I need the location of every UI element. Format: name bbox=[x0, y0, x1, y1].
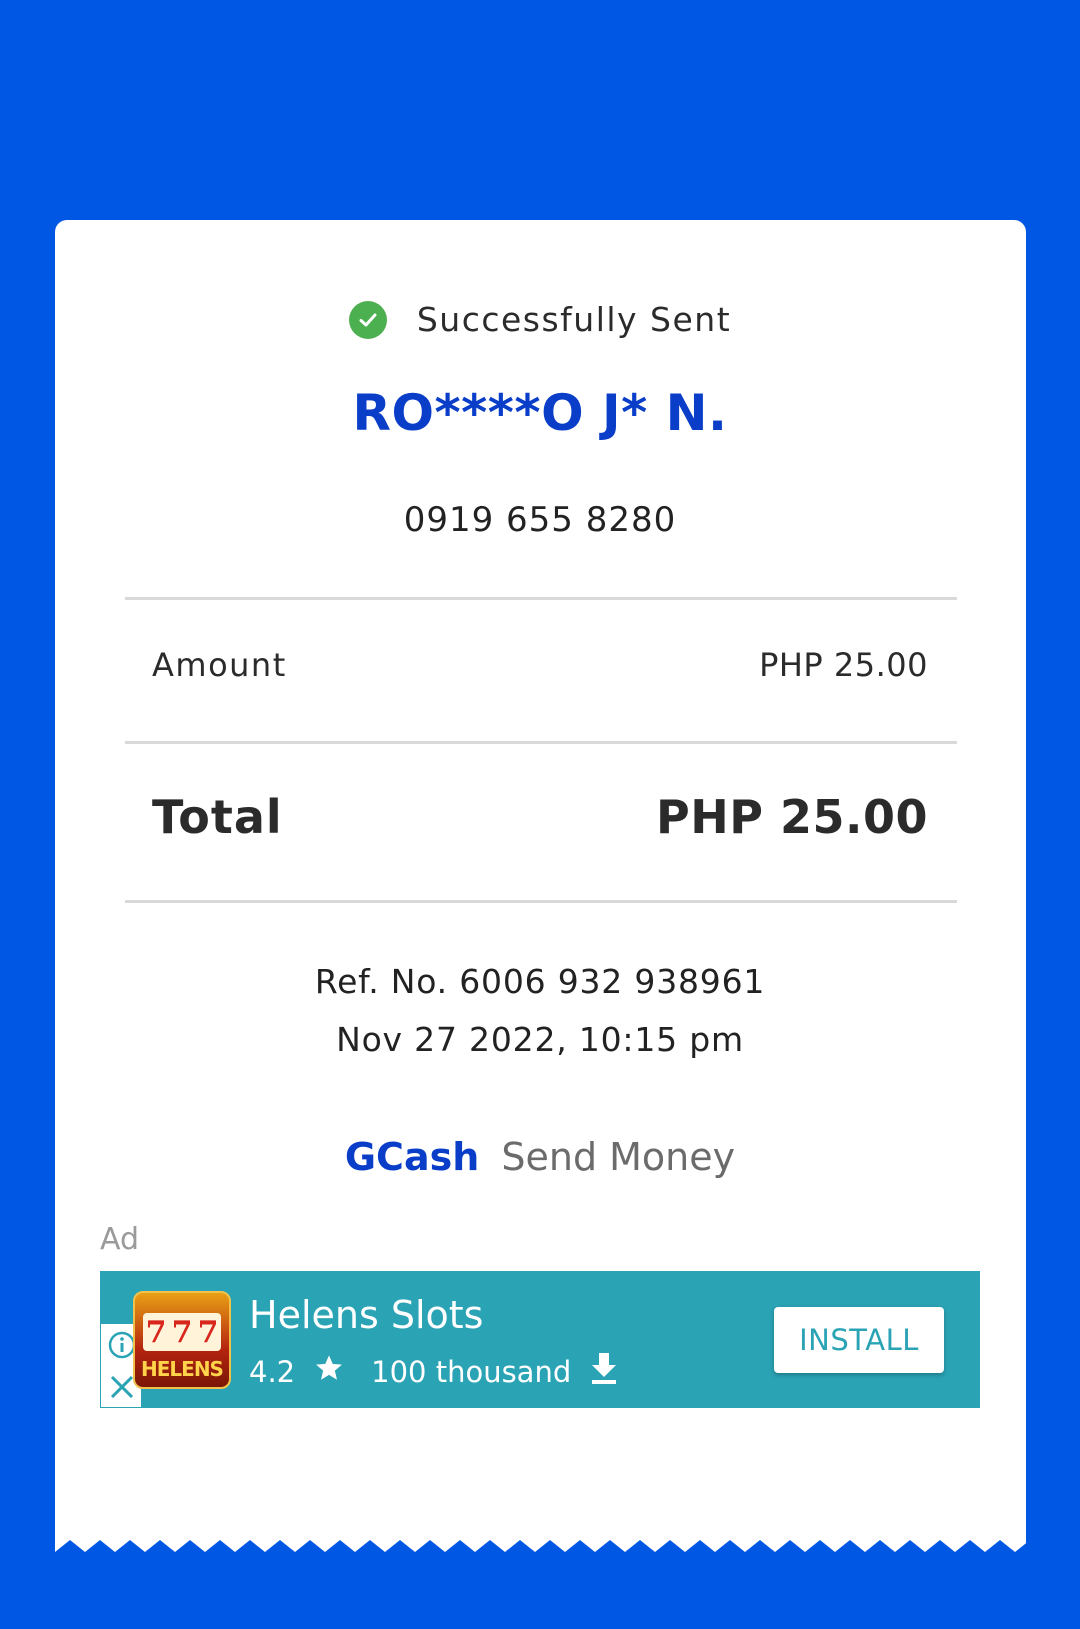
total-value: PHP 25.00 bbox=[656, 790, 928, 844]
status-row: Successfully Sent bbox=[0, 300, 1080, 339]
ad-banner[interactable]: 7 7 7 HELENS Helens Slots 4.2 100 thousa… bbox=[100, 1271, 980, 1408]
ad-installs: 100 thousand bbox=[371, 1354, 572, 1389]
ad-label: Ad bbox=[100, 1222, 140, 1257]
total-label: Total bbox=[152, 790, 283, 844]
reel: 7 bbox=[197, 1314, 219, 1350]
divider bbox=[125, 900, 957, 903]
divider bbox=[125, 741, 957, 744]
reel: 7 bbox=[145, 1314, 167, 1350]
reference-number: Ref. No. 6006 932 938961 bbox=[314, 962, 766, 1001]
slot-reels: 7 7 7 bbox=[143, 1313, 221, 1351]
app-icon[interactable]: 7 7 7 HELENS bbox=[133, 1291, 231, 1389]
brand-name: GCash bbox=[344, 1135, 480, 1179]
download-icon bbox=[589, 1351, 619, 1392]
app-icon-text: HELENS bbox=[141, 1357, 224, 1381]
check-circle-icon bbox=[348, 300, 387, 339]
brand-line: GCash Send Money bbox=[0, 1135, 1080, 1179]
amount-value: PHP 25.00 bbox=[759, 646, 928, 684]
divider bbox=[125, 597, 957, 600]
star-icon bbox=[313, 1352, 345, 1391]
status-text: Successfully Sent bbox=[416, 300, 732, 339]
service-name: Send Money bbox=[501, 1135, 736, 1179]
recipient-number: 0919 655 8280 bbox=[403, 500, 677, 540]
install-button[interactable]: INSTALL bbox=[774, 1307, 944, 1373]
receipt-zigzag-edge bbox=[55, 1540, 1026, 1560]
amount-label: Amount bbox=[152, 646, 287, 684]
reel: 7 bbox=[171, 1314, 193, 1350]
transaction-datetime: Nov 27 2022, 10:15 pm bbox=[336, 1020, 744, 1059]
recipient-name: RO****O J* N. bbox=[352, 384, 728, 442]
ad-app-name[interactable]: Helens Slots bbox=[249, 1293, 483, 1337]
ad-rating: 4.2 bbox=[249, 1354, 296, 1389]
ad-meta: 4.2 100 thousand bbox=[249, 1351, 619, 1392]
